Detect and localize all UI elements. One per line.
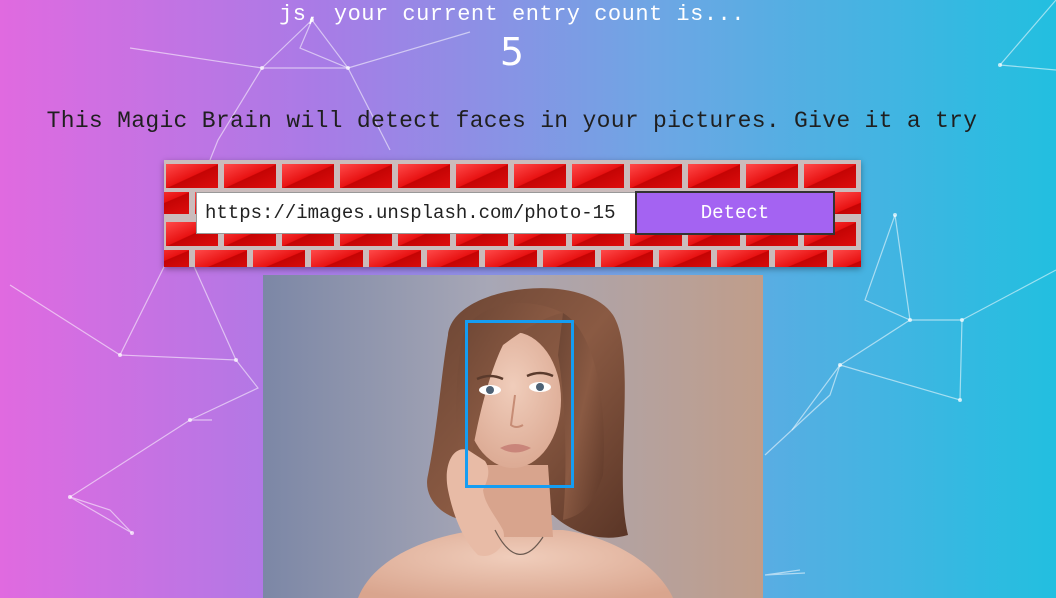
result-image <box>263 275 763 598</box>
face-bounding-box <box>465 320 574 488</box>
entry-count-label: js, your current entry count is... <box>279 2 745 27</box>
entry-count-value: 5 <box>499 30 525 74</box>
detect-button[interactable]: Detect <box>635 191 835 235</box>
image-url-input[interactable] <box>196 192 636 234</box>
intro-text: This Magic Brain will detect faces in yo… <box>46 108 978 134</box>
